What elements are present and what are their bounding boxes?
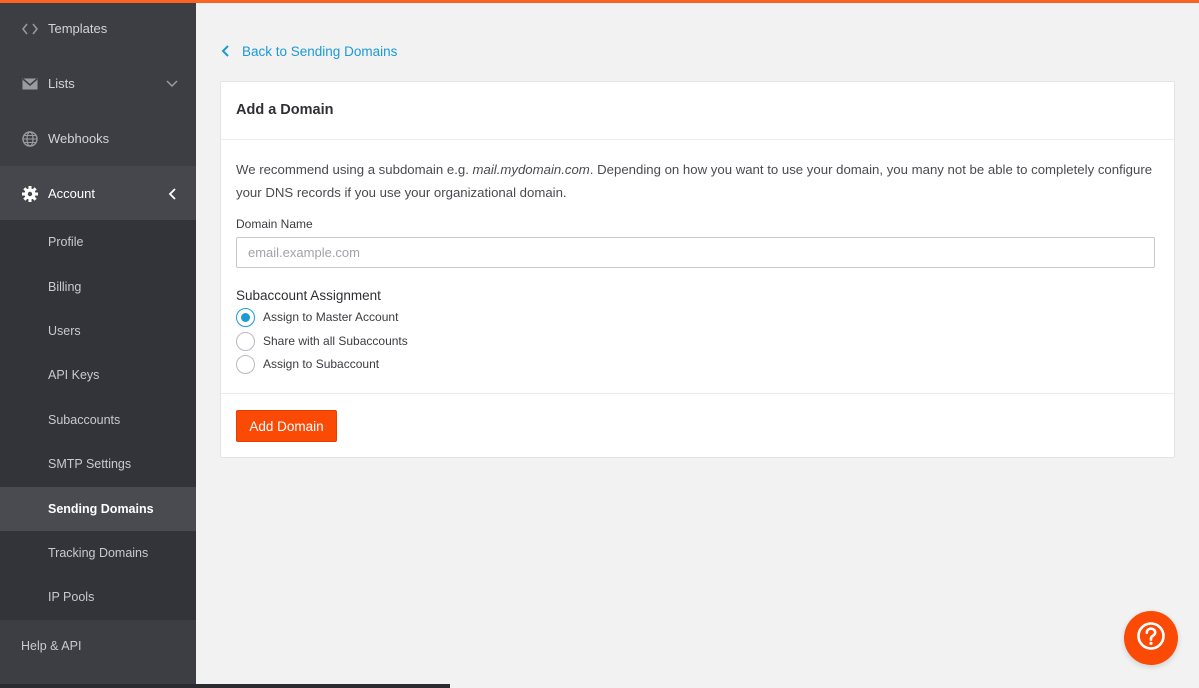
- envelope-icon: [21, 75, 39, 93]
- chevron-left-icon: [221, 44, 233, 58]
- sidebar-item-smtp-settings[interactable]: SMTP Settings: [0, 442, 196, 486]
- sidebar: Templates Lists Webhooks Account Profile…: [0, 0, 196, 688]
- chevron-down-icon: [166, 78, 178, 90]
- sidebar-item-label: SMTP Settings: [48, 457, 132, 471]
- sidebar-item-account[interactable]: Account: [0, 166, 196, 221]
- sidebar-item-label: Webhooks: [48, 131, 110, 146]
- bottom-strip: [0, 684, 450, 688]
- add-domain-card: Add a Domain We recommend using a subdom…: [220, 81, 1175, 458]
- back-link-label: Back to Sending Domains: [242, 43, 398, 59]
- radio-label: Assign to Subaccount: [263, 357, 380, 371]
- sidebar-item-billing[interactable]: Billing: [0, 265, 196, 309]
- intro-example-domain: mail.mydomain.com: [472, 162, 590, 177]
- sidebar-item-sending-domains[interactable]: Sending Domains: [0, 487, 196, 531]
- back-to-sending-domains-link[interactable]: Back to Sending Domains: [221, 42, 397, 60]
- sidebar-item-tracking-domains[interactable]: Tracking Domains: [0, 531, 196, 575]
- divider: [221, 393, 1174, 394]
- account-submenu: Profile Billing Users API Keys Subaccoun…: [0, 220, 196, 620]
- sidebar-item-webhooks[interactable]: Webhooks: [0, 111, 196, 166]
- sidebar-item-label: Sending Domains: [48, 502, 154, 516]
- sidebar-item-ip-pools[interactable]: IP Pools: [0, 575, 196, 619]
- sidebar-item-label: Profile: [48, 235, 84, 249]
- sidebar-item-label: Subaccounts: [48, 413, 121, 427]
- sidebar-item-api-keys[interactable]: API Keys: [0, 353, 196, 397]
- radio-option-master-account[interactable]: Assign to Master Account: [236, 307, 398, 327]
- add-domain-button[interactable]: Add Domain: [236, 410, 337, 442]
- chevron-left-icon: [166, 187, 178, 200]
- sidebar-item-label: Tracking Domains: [48, 546, 149, 560]
- sidebar-item-label: Lists: [48, 76, 75, 91]
- radio-label: Assign to Master Account: [263, 310, 399, 324]
- radio-option-share-all-subaccounts[interactable]: Share with all Subaccounts: [236, 331, 408, 351]
- sidebar-item-label: Users: [48, 324, 81, 338]
- intro-text: We recommend using a subdomain e.g. mail…: [236, 158, 1156, 204]
- sidebar-item-label: IP Pools: [48, 590, 95, 604]
- domain-name-label: Domain Name: [236, 217, 313, 231]
- sidebar-item-label: API Keys: [48, 368, 100, 382]
- radio-button[interactable]: [236, 354, 255, 374]
- sidebar-item-label: Help & API: [21, 639, 82, 653]
- card-header: Add a Domain: [221, 82, 1174, 140]
- sidebar-item-label: Account: [48, 186, 95, 201]
- radio-button[interactable]: [236, 307, 255, 327]
- sidebar-item-subaccounts[interactable]: Subaccounts: [0, 398, 196, 442]
- radio-button[interactable]: [236, 331, 255, 351]
- code-brackets-icon: [21, 20, 39, 38]
- intro-text-start: We recommend using a subdomain e.g.: [236, 162, 473, 177]
- globe-icon: [21, 130, 39, 148]
- help-button[interactable]: [1124, 611, 1178, 665]
- sidebar-item-label: Billing: [48, 280, 82, 294]
- sidebar-item-lists[interactable]: Lists: [0, 56, 196, 111]
- sidebar-item-users[interactable]: Users: [0, 309, 196, 353]
- radio-label: Share with all Subaccounts: [263, 334, 408, 348]
- subaccount-assignment-label: Subaccount Assignment: [236, 288, 381, 303]
- radio-option-assign-subaccount[interactable]: Assign to Subaccount: [236, 354, 379, 374]
- sidebar-item-templates[interactable]: Templates: [0, 1, 196, 56]
- gear-icon: [21, 185, 39, 203]
- domain-name-input[interactable]: [236, 237, 1155, 268]
- question-circle-icon: [1136, 621, 1166, 656]
- page-title: Add a Domain: [236, 102, 334, 118]
- sidebar-item-help-api[interactable]: Help & API: [0, 622, 196, 670]
- sidebar-item-label: Templates: [48, 21, 108, 36]
- top-accent-bar: [0, 0, 1199, 3]
- sidebar-item-profile[interactable]: Profile: [0, 220, 196, 264]
